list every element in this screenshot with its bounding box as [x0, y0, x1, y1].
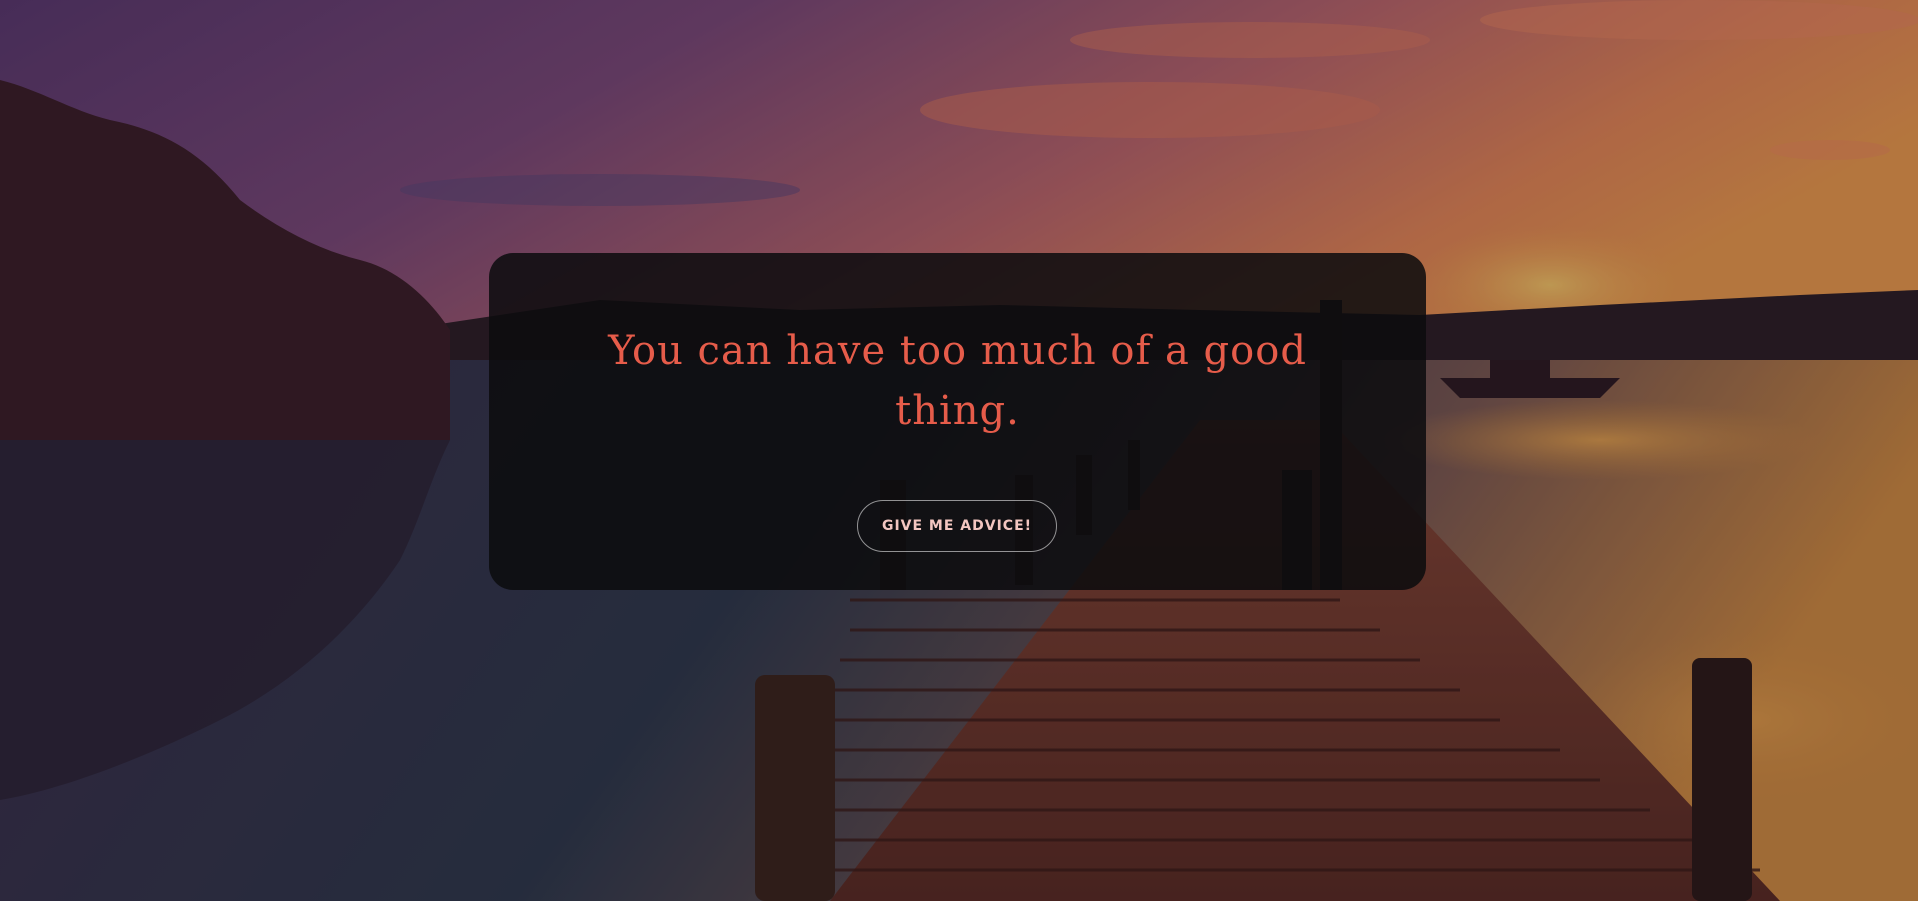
- give-me-advice-button[interactable]: GIVE ME ADVICE!: [857, 500, 1057, 552]
- advice-quote: You can have too much of a good thing.: [608, 328, 1307, 434]
- advice-card: You can have too much of a good thing. G…: [489, 253, 1426, 590]
- app-root: You can have too much of a good thing. G…: [0, 0, 1918, 901]
